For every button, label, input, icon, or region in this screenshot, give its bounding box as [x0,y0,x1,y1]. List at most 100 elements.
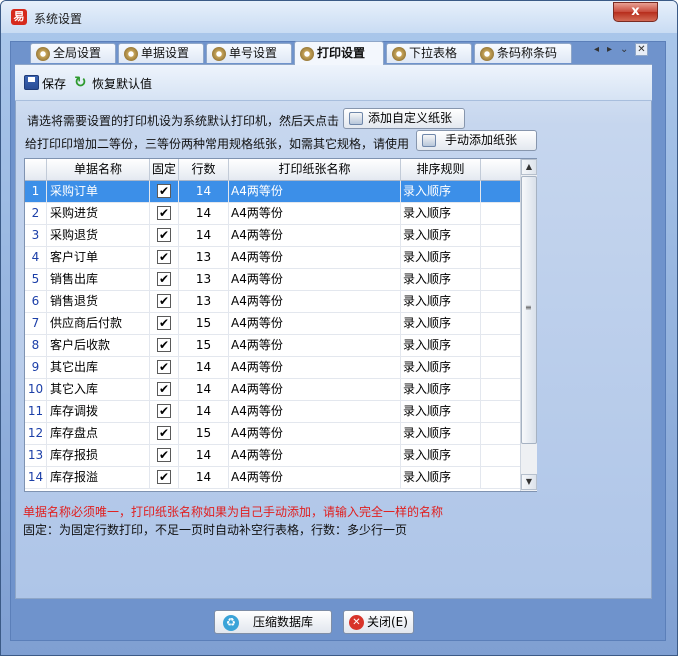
row-number[interactable]: 7 [25,313,47,335]
row-number[interactable]: 1 [25,181,47,203]
tab-document-settings[interactable]: 单据设置 [118,43,204,63]
manual-add-paper-button[interactable]: 手动添加纸张 [416,130,537,151]
row-number[interactable]: 3 [25,225,47,247]
row-number[interactable]: 9 [25,357,47,379]
row-number[interactable]: 4 [25,247,47,269]
row-number[interactable]: 10 [25,379,47,401]
sort-rule-cell[interactable]: 录入顺序 [401,225,481,247]
fixed-cell[interactable]: ✔ [150,357,179,379]
paper-name-cell[interactable]: A4两等份 [229,423,401,445]
table-row[interactable]: 2 采购进货 ✔ 14 A4两等份 录入顺序 [25,203,520,225]
table-row[interactable]: 12 库存盘点 ✔ 15 A4两等份 录入顺序 [25,423,520,445]
sort-rule-cell[interactable]: 录入顺序 [401,467,481,489]
compress-database-button[interactable]: ♻ 压缩数据库 [214,610,332,634]
scroll-thumb[interactable]: ≡ [521,176,537,444]
fixed-cell[interactable]: ✔ [150,225,179,247]
paper-name-cell[interactable]: A4两等份 [229,467,401,489]
fixed-checkbox[interactable]: ✔ [157,228,171,242]
document-name-cell[interactable]: 客户订单 [47,247,150,269]
paper-name-cell[interactable]: A4两等份 [229,247,401,269]
lines-cell[interactable]: 14 [179,379,229,401]
table-row[interactable]: 1 采购订单 ✔ 14 A4两等份 录入顺序 [25,181,520,203]
header-fixed[interactable]: 固定 [150,159,179,181]
document-name-cell[interactable]: 采购订单 [47,181,150,203]
table-row[interactable]: 9 其它出库 ✔ 14 A4两等份 录入顺序 [25,357,520,379]
paper-name-cell[interactable]: A4两等份 [229,335,401,357]
lines-cell[interactable]: 13 [179,291,229,313]
document-name-cell[interactable]: 其它出库 [47,357,150,379]
paper-name-cell[interactable]: A4两等份 [229,357,401,379]
paper-name-cell[interactable]: A4两等份 [229,203,401,225]
lines-cell[interactable]: 13 [179,269,229,291]
document-name-cell[interactable]: 销售退货 [47,291,150,313]
sort-rule-cell[interactable]: 录入顺序 [401,445,481,467]
lines-cell[interactable]: 14 [179,225,229,247]
add-custom-paper-button[interactable]: 添加自定义纸张 [343,108,465,129]
sort-rule-cell[interactable]: 录入顺序 [401,335,481,357]
table-row[interactable]: 6 销售退货 ✔ 13 A4两等份 录入顺序 [25,291,520,313]
fixed-cell[interactable]: ✔ [150,313,179,335]
paper-name-cell[interactable]: A4两等份 [229,291,401,313]
fixed-checkbox[interactable]: ✔ [157,272,171,286]
paper-name-cell[interactable]: A4两等份 [229,225,401,247]
sort-rule-cell[interactable]: 录入顺序 [401,401,481,423]
row-number[interactable]: 2 [25,203,47,225]
scroll-up-arrow-icon[interactable]: ▲ [521,159,537,175]
lines-cell[interactable]: 14 [179,203,229,225]
grid-vertical-scrollbar[interactable]: ▲ ≡ ▼ [520,159,537,491]
document-name-cell[interactable]: 采购进货 [47,203,150,225]
tab-print-settings[interactable]: 打印设置 [294,41,384,65]
fixed-cell[interactable]: ✔ [150,247,179,269]
table-row[interactable]: 13 库存报损 ✔ 14 A4两等份 录入顺序 [25,445,520,467]
header-sort-rule[interactable]: 排序规则 [401,159,481,181]
document-name-cell[interactable]: 库存调拨 [47,401,150,423]
fixed-checkbox[interactable]: ✔ [157,426,171,440]
document-name-cell[interactable]: 采购退货 [47,225,150,247]
lines-cell[interactable]: 15 [179,313,229,335]
paper-name-cell[interactable]: A4两等份 [229,379,401,401]
header-document-name[interactable]: 单据名称 [47,159,150,181]
sort-rule-cell[interactable]: 录入顺序 [401,203,481,225]
lines-cell[interactable]: 14 [179,401,229,423]
fixed-cell[interactable]: ✔ [150,335,179,357]
fixed-cell[interactable]: ✔ [150,291,179,313]
paper-name-cell[interactable]: A4两等份 [229,313,401,335]
lines-cell[interactable]: 14 [179,357,229,379]
lines-cell[interactable]: 14 [179,445,229,467]
row-number[interactable]: 12 [25,423,47,445]
fixed-cell[interactable]: ✔ [150,423,179,445]
fixed-cell[interactable]: ✔ [150,379,179,401]
tab-menu-icon[interactable]: ⌄ [620,44,628,55]
row-number[interactable]: 13 [25,445,47,467]
sort-rule-cell[interactable]: 录入顺序 [401,291,481,313]
paper-name-cell[interactable]: A4两等份 [229,269,401,291]
lines-cell[interactable]: 13 [179,247,229,269]
table-row[interactable]: 3 采购退货 ✔ 14 A4两等份 录入顺序 [25,225,520,247]
document-name-cell[interactable]: 销售出库 [47,269,150,291]
document-name-cell[interactable]: 客户后收款 [47,335,150,357]
sort-rule-cell[interactable]: 录入顺序 [401,247,481,269]
row-number[interactable]: 6 [25,291,47,313]
fixed-checkbox[interactable]: ✔ [157,338,171,352]
row-number[interactable]: 14 [25,467,47,489]
fixed-checkbox[interactable]: ✔ [157,360,171,374]
table-row[interactable]: 5 销售出库 ✔ 13 A4两等份 录入顺序 [25,269,520,291]
fixed-cell[interactable]: ✔ [150,467,179,489]
fixed-checkbox[interactable]: ✔ [157,206,171,220]
fixed-cell[interactable]: ✔ [150,203,179,225]
fixed-checkbox[interactable]: ✔ [157,316,171,330]
save-button[interactable]: 保存 [24,75,66,92]
sort-rule-cell[interactable]: 录入顺序 [401,269,481,291]
sort-rule-cell[interactable]: 录入顺序 [401,313,481,335]
fixed-cell[interactable]: ✔ [150,445,179,467]
row-number[interactable]: 8 [25,335,47,357]
paper-name-cell[interactable]: A4两等份 [229,181,401,203]
lines-cell[interactable]: 14 [179,181,229,203]
tab-next-icon[interactable]: ▸ [607,44,612,55]
sort-rule-cell[interactable]: 录入顺序 [401,379,481,401]
document-name-cell[interactable]: 供应商后付款 [47,313,150,335]
table-row[interactable]: 11 库存调拨 ✔ 14 A4两等份 录入顺序 [25,401,520,423]
table-row[interactable]: 8 客户后收款 ✔ 15 A4两等份 录入顺序 [25,335,520,357]
lines-cell[interactable]: 14 [179,467,229,489]
sort-rule-cell[interactable]: 录入顺序 [401,181,481,203]
